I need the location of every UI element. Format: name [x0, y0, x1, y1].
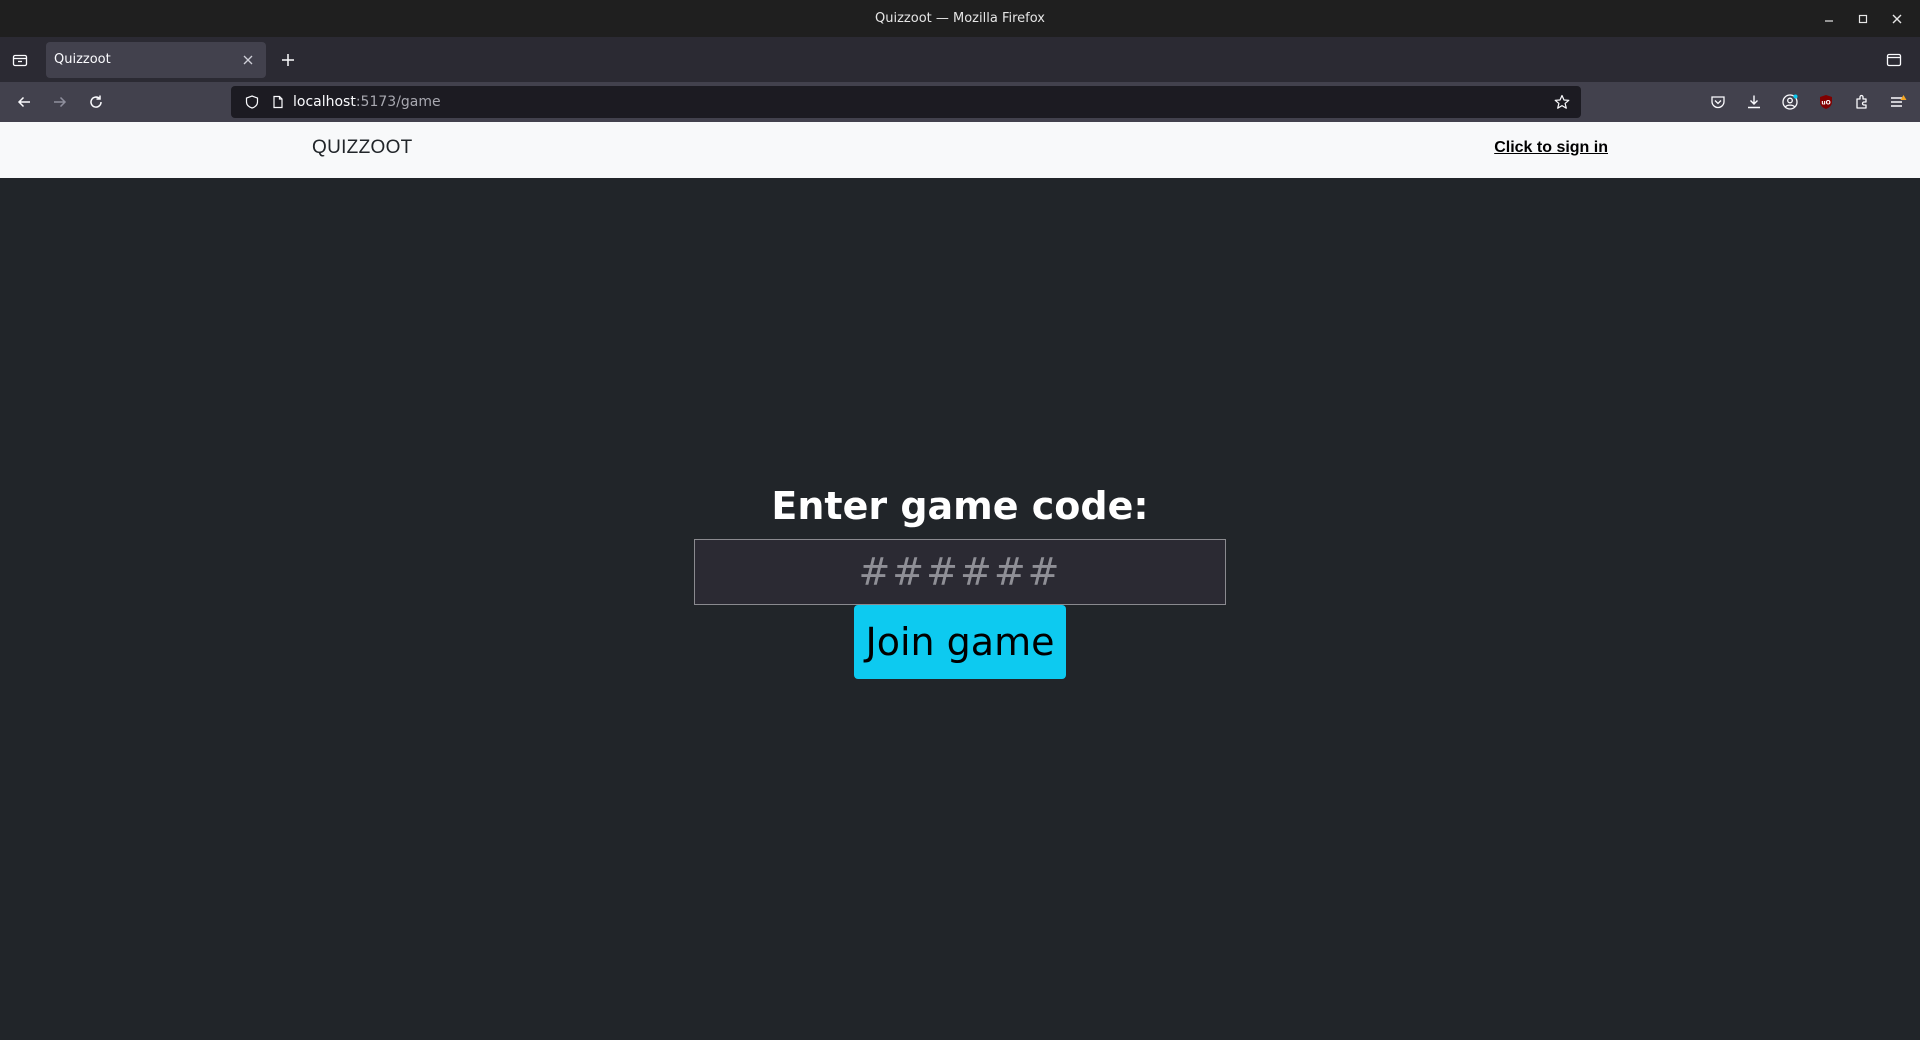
tabstrip-right [1876, 37, 1912, 82]
tab-close-icon[interactable] [238, 50, 258, 70]
account-icon[interactable] [1774, 86, 1806, 118]
app-menu-icon[interactable] [1882, 86, 1914, 118]
forward-arrow-icon[interactable] [42, 86, 78, 118]
tracking-shield-icon[interactable] [241, 91, 263, 113]
pocket-icon[interactable] [1702, 86, 1734, 118]
bookmark-star-icon[interactable] [1551, 91, 1573, 113]
tab-quizzoot[interactable]: Quizzoot [46, 41, 266, 78]
maximize-icon[interactable] [1848, 4, 1878, 34]
window-titlebar: Quizzoot — Mozilla Firefox [0, 0, 1920, 37]
join-game-form: Enter game code: Join game [0, 122, 1920, 1040]
tab-strip: Quizzoot [0, 37, 1920, 82]
page-title: Enter game code: [771, 484, 1149, 528]
url-host: localhost [293, 94, 356, 110]
window-controls [1814, 0, 1912, 37]
extensions-icon[interactable] [1846, 86, 1878, 118]
ublock-origin-icon[interactable]: uO [1810, 86, 1842, 118]
toolbar-right-icons: uO [1702, 86, 1914, 118]
firefox-view-icon[interactable] [1876, 44, 1912, 76]
page-info-icon[interactable] [267, 91, 289, 113]
minimize-icon[interactable] [1814, 4, 1844, 34]
page-content: QUIZZOOT Click to sign in Enter game cod… [0, 122, 1920, 1040]
window-title: Quizzoot — Mozilla Firefox [875, 11, 1045, 26]
url-bar[interactable]: localhost:5173/game [231, 86, 1581, 118]
new-tab-button[interactable] [270, 42, 306, 78]
reload-icon[interactable] [78, 86, 114, 118]
join-game-button[interactable]: Join game [854, 605, 1066, 679]
tab-title: Quizzoot [54, 52, 111, 67]
downloads-icon[interactable] [1738, 86, 1770, 118]
url-path: :5173/game [355, 94, 441, 110]
game-code-input[interactable] [694, 539, 1226, 605]
nav-toolbar: localhost:5173/game uO [0, 82, 1920, 122]
back-arrow-icon[interactable] [6, 86, 42, 118]
close-icon[interactable] [1882, 4, 1912, 34]
svg-text:uO: uO [1821, 100, 1830, 107]
tab-list-icon[interactable] [0, 37, 40, 82]
